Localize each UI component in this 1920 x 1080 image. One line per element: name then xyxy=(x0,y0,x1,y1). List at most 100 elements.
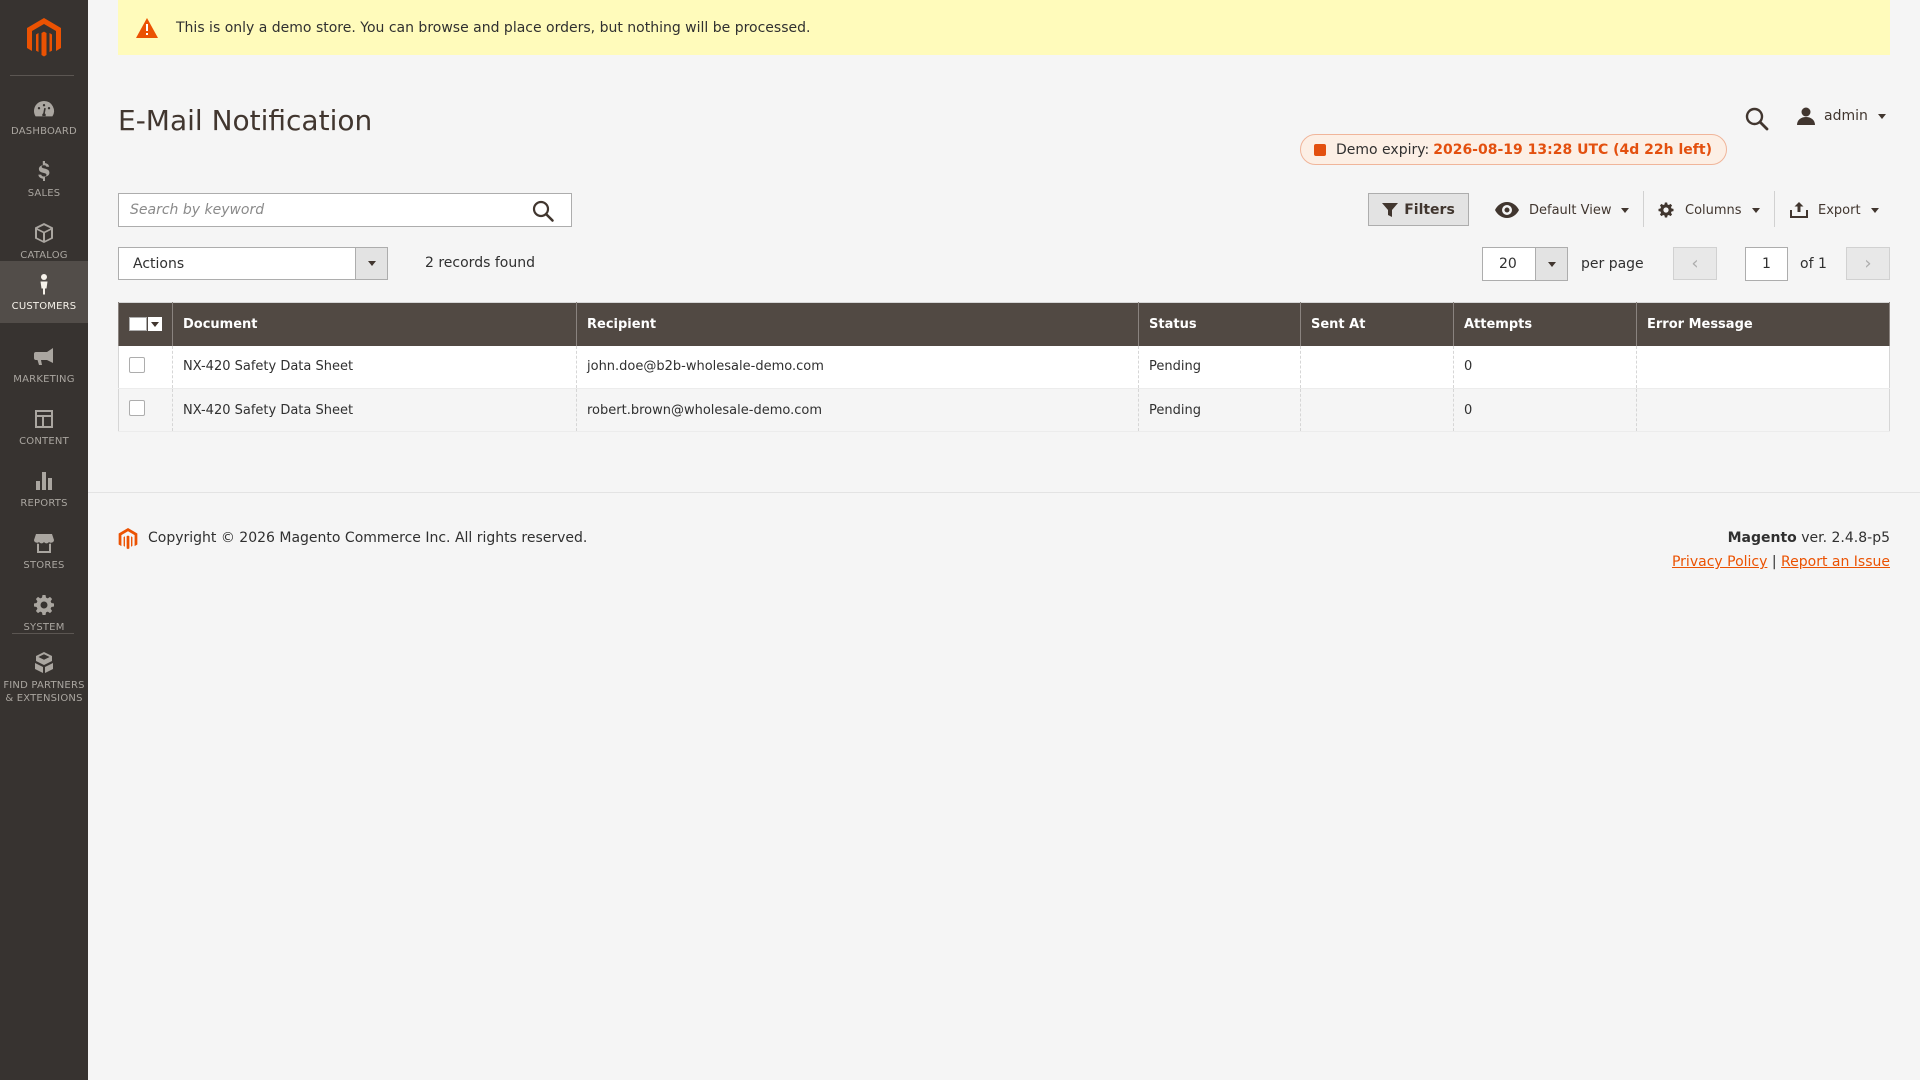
row-select-cell xyxy=(118,345,173,389)
sidebar-item-label: Content xyxy=(19,435,69,447)
column-header-sent-at[interactable]: Sent At xyxy=(1300,302,1454,346)
view-selector[interactable]: Default View xyxy=(1495,197,1630,223)
search-icon[interactable] xyxy=(531,199,555,223)
demo-notice: This is only a demo store. You can brows… xyxy=(118,0,1890,55)
records-count: 2 records found xyxy=(425,255,535,271)
footer-links: Privacy Policy | Report an Issue xyxy=(1672,554,1890,570)
sidebar-item-find-partners[interactable]: Find Partners & Extensions xyxy=(0,642,88,714)
sidebar-item-content[interactable]: Content xyxy=(0,396,88,458)
row-checkbox[interactable] xyxy=(129,400,145,416)
table-row: NX-420 Safety Data Sheet robert.brown@wh… xyxy=(118,388,1890,432)
cell-sent-at xyxy=(1300,345,1454,389)
chevron-right-icon: › xyxy=(1864,253,1872,274)
brand-name: Magento xyxy=(1727,530,1797,546)
current-page-input[interactable]: 1 xyxy=(1745,247,1788,281)
per-page-toggle[interactable] xyxy=(1535,248,1567,280)
per-page-value: 20 xyxy=(1499,256,1517,272)
sidebar-item-customers[interactable]: Customers xyxy=(0,261,88,323)
per-page-select[interactable]: 20 xyxy=(1482,247,1568,281)
cell-error-message xyxy=(1636,345,1890,389)
privacy-policy-link[interactable]: Privacy Policy xyxy=(1672,554,1767,570)
sidebar-item-reports[interactable]: Reports xyxy=(0,458,88,520)
version-info: Magento ver. 2.4.8-p5 xyxy=(1728,530,1890,546)
sidebar-item-label: Reports xyxy=(20,497,68,509)
columns-selector[interactable]: Columns xyxy=(1657,197,1760,223)
gear-icon xyxy=(34,594,54,615)
eye-icon xyxy=(1495,202,1519,218)
dashboard-icon xyxy=(34,100,54,117)
admin-user-menu[interactable]: admin xyxy=(1796,106,1886,126)
sidebar-item-label: Find Partners & Extensions xyxy=(3,680,85,704)
cell-document: NX-420 Safety Data Sheet xyxy=(172,388,577,432)
chevron-left-icon: ‹ xyxy=(1691,253,1699,274)
magento-logo[interactable] xyxy=(0,12,88,64)
global-search-icon[interactable] xyxy=(1744,106,1770,132)
column-header-document[interactable]: Document xyxy=(172,302,577,346)
sidebar-item-marketing[interactable]: Marketing xyxy=(0,334,88,396)
keyword-search-input[interactable] xyxy=(119,194,519,226)
bar-chart-icon xyxy=(36,471,52,490)
footer-link-separator: | xyxy=(1771,554,1777,570)
cell-error-message xyxy=(1636,388,1890,432)
previous-page-button[interactable]: ‹ xyxy=(1673,247,1717,280)
chevron-down-icon xyxy=(1877,113,1886,119)
report-issue-link[interactable]: Report an Issue xyxy=(1781,554,1890,570)
toolbar-divider xyxy=(1643,191,1644,227)
chevron-down-icon xyxy=(151,321,159,327)
cell-sent-at xyxy=(1300,388,1454,432)
export-selector[interactable]: Export xyxy=(1790,197,1879,223)
chevron-down-icon xyxy=(1870,207,1879,213)
dollar-icon xyxy=(38,160,50,181)
next-page-button[interactable]: › xyxy=(1846,247,1890,280)
mass-select-checkbox[interactable] xyxy=(129,317,162,332)
mass-actions-label: Actions xyxy=(133,255,185,272)
cell-status: Pending xyxy=(1138,345,1301,389)
column-header-status[interactable]: Status xyxy=(1138,302,1301,346)
mass-actions-select[interactable]: Actions xyxy=(118,247,388,280)
column-header-error-message[interactable]: Error Message xyxy=(1636,302,1890,346)
megaphone-icon xyxy=(34,347,53,365)
cell-recipient: john.doe@b2b-wholesale-demo.com xyxy=(576,345,1139,389)
sidebar-item-dashboard[interactable]: Dashboard xyxy=(0,86,88,148)
sidebar-item-system[interactable]: System xyxy=(0,582,88,644)
columns-label: Columns xyxy=(1685,202,1742,218)
copyright-text: Copyright © 2026 Magento Commerce Inc. A… xyxy=(148,530,588,546)
warning-icon xyxy=(136,17,158,38)
logo-divider xyxy=(10,75,74,76)
view-label: Default View xyxy=(1529,202,1612,218)
sidebar-item-sales[interactable]: Sales xyxy=(0,148,88,210)
column-header-attempts[interactable]: Attempts xyxy=(1453,302,1637,346)
magento-footer-logo-icon xyxy=(118,528,138,550)
column-header-recipient[interactable]: Recipient xyxy=(576,302,1139,346)
sidebar-item-label: Dashboard xyxy=(11,125,77,137)
mass-select-box[interactable] xyxy=(129,317,147,332)
sidebar-divider xyxy=(12,633,74,634)
demo-expiry-label: Demo expiry: xyxy=(1336,141,1430,158)
admin-sidebar: Dashboard Sales Catalog Customers Market… xyxy=(0,0,88,1080)
cell-recipient: robert.brown@wholesale-demo.com xyxy=(576,388,1139,432)
user-icon xyxy=(1797,107,1815,125)
page-title: E-Mail Notification xyxy=(118,104,373,137)
mass-select-header[interactable] xyxy=(118,302,173,346)
notification-grid: Document Recipient Status Sent At Attemp… xyxy=(118,302,1890,432)
person-icon xyxy=(40,273,48,294)
mass-actions-toggle[interactable] xyxy=(355,248,387,279)
sidebar-item-stores[interactable]: Stores xyxy=(0,520,88,582)
cell-attempts: 0 xyxy=(1453,345,1637,389)
sidebar-item-label: Catalog xyxy=(20,249,68,261)
mass-select-dropdown[interactable] xyxy=(148,317,162,332)
grid-header-row: Document Recipient Status Sent At Attemp… xyxy=(118,302,1890,346)
row-select-cell xyxy=(118,388,173,432)
demo-expiry-value: 2026-08-19 13:28 UTC (4d 22h left) xyxy=(1433,141,1712,158)
chevron-down-icon xyxy=(367,261,376,266)
sidebar-item-label: Marketing xyxy=(13,373,75,385)
admin-username: admin xyxy=(1824,108,1868,124)
sidebar-item-label: System xyxy=(23,621,65,633)
demo-expiry-badge: Demo expiry: 2026-08-19 13:28 UTC (4d 22… xyxy=(1300,134,1727,165)
row-checkbox[interactable] xyxy=(129,356,145,373)
gear-icon xyxy=(1658,202,1674,218)
storefront-icon xyxy=(34,533,54,553)
toolbar-divider xyxy=(1774,191,1775,227)
filters-button[interactable]: Filters xyxy=(1368,193,1469,226)
export-label: Export xyxy=(1818,202,1861,218)
